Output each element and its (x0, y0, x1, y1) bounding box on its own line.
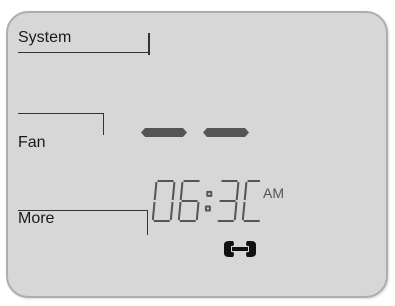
system-button-bracket (148, 33, 150, 55)
clock-digit-segment (153, 181, 158, 201)
wrench-icon (224, 241, 256, 257)
clock-digit-segment (195, 201, 200, 221)
clock-digit-segment (151, 201, 156, 221)
system-button-label: System (18, 29, 72, 46)
temperature-dash-1 (141, 128, 187, 137)
more-button[interactable]: More (18, 210, 148, 236)
clock-digit-segment (169, 201, 174, 221)
clock-digit-segment (179, 181, 184, 201)
clock-time (151, 180, 260, 222)
fan-button-label: Fan (18, 134, 46, 151)
clock-digit-segment (241, 201, 246, 221)
clock-colon-dot (206, 190, 213, 197)
clock-digit-segment (235, 181, 240, 201)
clock-digit-segment (233, 201, 238, 221)
fan-button[interactable]: Fan (18, 113, 104, 155)
system-button[interactable]: System (18, 29, 150, 55)
clock-digit-segment (171, 181, 176, 201)
thermostat-screen: System Fan More AM (6, 11, 388, 298)
clock-meridiem: AM (263, 185, 284, 201)
clock-digit-segment (243, 181, 248, 201)
temperature-dash-2 (203, 128, 249, 137)
clock-digit-segment (177, 201, 182, 221)
more-button-label: More (18, 210, 55, 227)
clock-colon-dot (204, 205, 211, 212)
fan-button-bracket (102, 114, 104, 135)
